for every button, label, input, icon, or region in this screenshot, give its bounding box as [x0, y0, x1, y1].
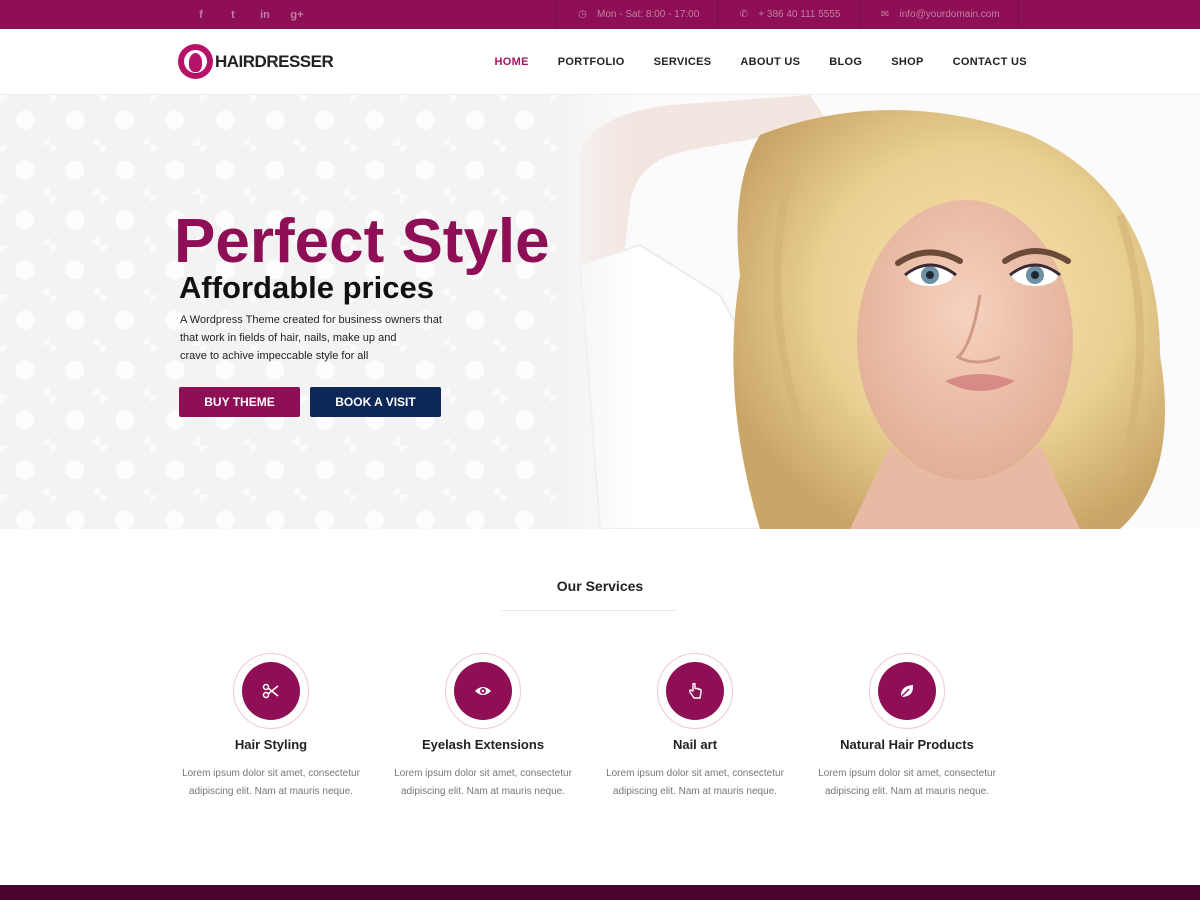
phone-icon: ✆ — [739, 9, 748, 20]
service-title: Natural Hair Products — [840, 737, 974, 752]
service-description-line: Lorem ipsum dolor sit amet, consectetur — [606, 768, 784, 779]
logo-mark-icon — [178, 44, 213, 79]
nav-portfolio[interactable]: PORTFOLIO — [543, 56, 639, 68]
hero-section: Perfect Style Affordable prices A Wordpr… — [0, 95, 1200, 529]
hero-description: A Wordpress Theme created for business o… — [180, 311, 470, 365]
nav-home[interactable]: HOME — [480, 56, 543, 68]
footer-strip — [0, 885, 1200, 900]
services-heading: Our Services — [556, 578, 644, 594]
phone-text: + 386 40 111 5555 — [758, 9, 841, 20]
service-description-line: adipiscing elit. Nam at mauris neque. — [825, 786, 989, 797]
service-natural-hair-products: Natural Hair Products Lorem ipsum dolor … — [812, 653, 1002, 801]
service-description-line: Lorem ipsum dolor sit amet, consectetur — [394, 768, 572, 779]
business-hours-text: Mon - Sat: 8:00 - 17:00 — [597, 9, 700, 20]
service-title: Nail art — [672, 737, 718, 752]
book-a-visit-button[interactable]: BOOK A VISIT — [310, 387, 441, 417]
service-title: Hair Styling — [234, 737, 308, 752]
contact-info: ◷ Mon - Sat: 8:00 - 17:00 ✆ + 386 40 111… — [556, 0, 1019, 29]
nav-shop[interactable]: SHOP — [877, 56, 938, 68]
site-header: HAIRDRESSER HOME PORTFOLIO SERVICES ABOU… — [0, 29, 1200, 95]
service-icon-ring — [869, 653, 945, 729]
buy-theme-button[interactable]: BUY THEME — [179, 387, 300, 417]
hero-description-line: A Wordpress Theme created for business o… — [180, 314, 442, 326]
service-description: Lorem ipsum dolor sit amet, consectetur … — [812, 765, 1002, 801]
envelope-icon: ✉ — [880, 9, 890, 20]
twitter-icon[interactable]: t — [217, 0, 249, 29]
service-icon-ring — [445, 653, 521, 729]
hand-pointer-icon — [666, 662, 724, 720]
nav-services[interactable]: SERVICES — [639, 56, 726, 68]
nav-about-us[interactable]: ABOUT US — [726, 56, 815, 68]
linkedin-icon[interactable]: in — [249, 0, 281, 29]
email-contact[interactable]: ✉ info@yourdomain.com — [858, 0, 1019, 29]
logo-text: HAIRDRESSER — [215, 51, 334, 71]
email-text[interactable]: info@yourdomain.com — [900, 9, 1000, 20]
business-hours: ◷ Mon - Sat: 8:00 - 17:00 — [556, 0, 717, 29]
hero-subtitle: Affordable prices — [179, 270, 434, 305]
service-description-line: adipiscing elit. Nam at mauris neque. — [189, 786, 353, 797]
nav-contact-us[interactable]: CONTACT US — [938, 56, 1041, 68]
phone-contact: ✆ + 386 40 111 5555 — [717, 0, 858, 29]
service-description-line: adipiscing elit. Nam at mauris neque. — [401, 786, 565, 797]
facebook-icon[interactable]: f — [185, 0, 217, 29]
service-description-line: adipiscing elit. Nam at mauris neque. — [613, 786, 777, 797]
scissors-icon — [242, 662, 300, 720]
hero-description-line: that work in fields of hair, nails, make… — [180, 332, 397, 344]
service-description: Lorem ipsum dolor sit amet, consectetur … — [176, 765, 366, 801]
service-title: Eyelash Extensions — [421, 737, 545, 752]
service-nail-art: Nail art Lorem ipsum dolor sit amet, con… — [600, 653, 790, 801]
service-description-line: Lorem ipsum dolor sit amet, consectetur — [182, 768, 360, 779]
nav-blog[interactable]: BLOG — [815, 56, 877, 68]
service-icon-ring — [233, 653, 309, 729]
service-hair-styling: Hair Styling Lorem ipsum dolor sit amet,… — [176, 653, 366, 801]
services-divider — [502, 610, 676, 611]
service-description: Lorem ipsum dolor sit amet, consectetur … — [600, 765, 790, 801]
main-nav: HOME PORTFOLIO SERVICES ABOUT US BLOG SH… — [480, 29, 1041, 95]
service-description-line: Lorem ipsum dolor sit amet, consectetur — [818, 768, 996, 779]
service-eyelash-extensions: Eyelash Extensions Lorem ipsum dolor sit… — [388, 653, 578, 801]
site-logo[interactable]: HAIRDRESSER — [178, 44, 334, 79]
hero-description-line: crave to achive impeccable style for all — [180, 350, 369, 362]
eye-icon — [454, 662, 512, 720]
hero-title: Perfect Style — [174, 207, 550, 276]
google-plus-icon[interactable]: g+ — [281, 0, 313, 29]
service-icon-ring — [657, 653, 733, 729]
clock-icon: ◷ — [578, 9, 587, 20]
social-links: f t in g+ — [185, 0, 313, 29]
top-bar: f t in g+ ◷ Mon - Sat: 8:00 - 17:00 ✆ + … — [0, 0, 1200, 29]
leaf-icon — [878, 662, 936, 720]
service-description: Lorem ipsum dolor sit amet, consectetur … — [388, 765, 578, 801]
hero-model-image — [560, 95, 1200, 529]
